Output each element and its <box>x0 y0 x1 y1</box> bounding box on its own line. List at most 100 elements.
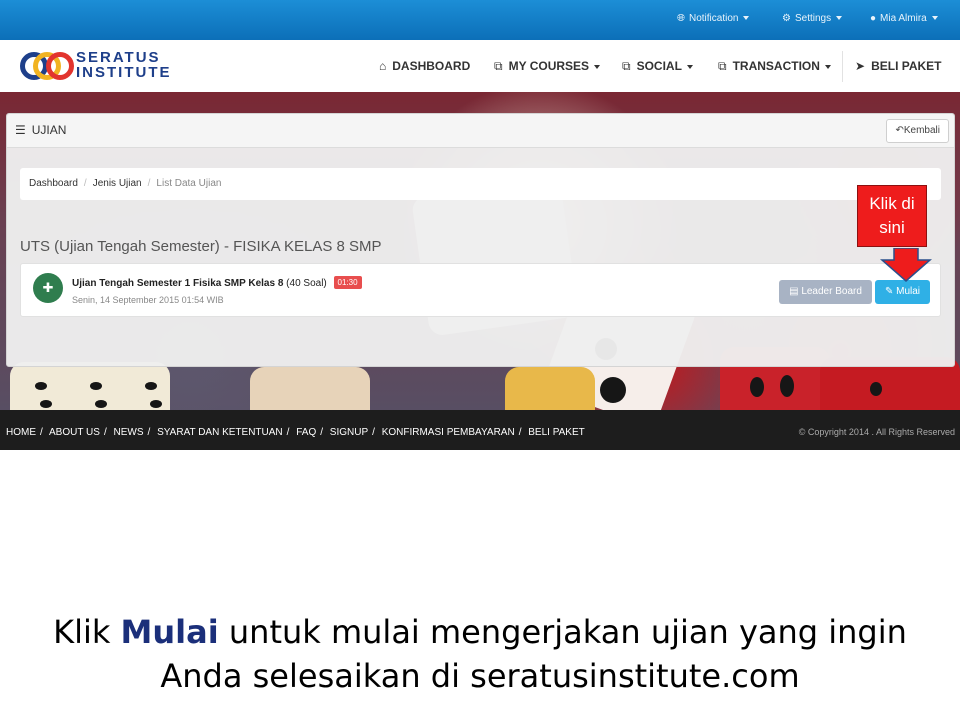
die-image <box>505 367 595 410</box>
exam-category-title: UTS (Ujian Tengah Semester) - FISIKA KEL… <box>20 238 382 255</box>
breadcrumb-jenis-ujian[interactable]: Jenis Ujian <box>93 178 142 189</box>
breadcrumb-current: List Data Ujian <box>156 178 222 189</box>
nav-social[interactable]: ⧉ SOCIAL <box>622 59 693 74</box>
breadcrumb-separator: / <box>83 178 87 189</box>
main-navbar: SERATUS INSTITUTE ⌂ DASHBOARD ⧉ MY COURSES… <box>7 41 953 92</box>
nav-dashboard-label: DASHBOARD <box>392 59 471 73</box>
exam-title: Ujian Tengah Semester 1 Fisika SMP Kelas… <box>72 278 284 289</box>
die-pip <box>35 382 47 390</box>
caption-part-2: untuk mulai mengerjakan ujian yang ingin <box>218 613 907 651</box>
slide-caption: Klik Mulai untuk mulai mengerjakan ujian… <box>0 610 960 698</box>
footer-separator: / <box>103 427 107 438</box>
logo-line-2: INSTITUTE <box>76 64 172 81</box>
callout-arrow-icon <box>880 248 932 282</box>
nav-my-courses-label: MY COURSES <box>508 59 590 73</box>
reply-icon: ↶ <box>895 125 904 136</box>
die-pip <box>150 400 162 408</box>
top-bar: 🌐︎ Notification ⚙ Settings ● Mia Almira <box>0 0 960 40</box>
user-menu[interactable]: ● Mia Almira <box>870 13 938 24</box>
footer-link-signup[interactable]: SIGNUP <box>330 427 368 438</box>
die-pip <box>40 400 52 408</box>
die-image <box>250 367 370 410</box>
logo-ring-red <box>46 52 74 80</box>
user-icon: ● <box>870 13 877 24</box>
back-button[interactable]: ↶Kembali <box>886 119 949 143</box>
caret-down-icon <box>931 16 938 20</box>
footer: HOME / ABOUT US / NEWS / SYARAT DAN KETENTU… <box>0 410 960 450</box>
nav-beli-paket[interactable]: ➤ BELI PAKET <box>855 59 942 73</box>
breadcrumb-dashboard[interactable]: Dashboard <box>29 178 78 189</box>
user-name: Mia Almira <box>880 13 927 24</box>
callout-line-1: Klik di <box>869 194 915 213</box>
globe-icon: 🌐︎ <box>677 13 685 24</box>
footer-link-beli-paket[interactable]: BELI PAKET <box>528 427 585 438</box>
bar-chart-icon: ▤ <box>789 286 802 297</box>
logo-line-1: SERATUS <box>76 49 161 66</box>
footer-link-terms[interactable]: SYARAT DAN KETENTUAN <box>157 427 283 438</box>
exam-date: Senin, 14 September 2015 01:54 WIB <box>72 295 224 305</box>
exam-title-line: Ujian Tengah Semester 1 Fisika SMP Kelas… <box>72 276 362 289</box>
footer-separator: / <box>518 427 522 438</box>
tag-icon: ➤ <box>855 59 866 73</box>
caption-highlight: Mulai <box>120 613 219 651</box>
panel-header: ☰ UJIAN ↶Kembali <box>7 114 954 148</box>
die-pip <box>90 382 102 390</box>
footer-separator: / <box>286 427 290 438</box>
caret-down-icon <box>686 65 693 69</box>
edit-icon: ✎ <box>884 286 897 297</box>
footer-link-news[interactable]: NEWS <box>114 427 144 438</box>
exam-panel: ☰ UJIAN ↶Kembali Dashboard / Jenis Ujian / Li… <box>6 113 955 367</box>
nav-divider <box>842 51 843 82</box>
nav-transaction-label: TRANSACTION <box>732 59 820 73</box>
exam-question-count: (40 Soal) <box>286 278 327 289</box>
notification-label: Notification <box>689 13 739 24</box>
exam-duration-badge: 01:30 <box>333 276 362 289</box>
copyright-text: © Copyright 2014 . All Rights Reserved <box>798 427 955 437</box>
gear-icon: ⚙ <box>782 13 791 24</box>
back-button-label: Kembali <box>903 125 940 136</box>
nav-dashboard[interactable]: ⌂ DASHBOARD <box>379 59 470 73</box>
leaderboard-button[interactable]: ▤ Leader Board <box>779 280 872 304</box>
breadcrumb: Dashboard / Jenis Ujian / List Data Ujian <box>20 168 941 200</box>
notification-menu[interactable]: 🌐︎ Notification <box>677 13 750 24</box>
caret-down-icon <box>594 65 601 69</box>
caret-down-icon <box>824 65 831 69</box>
footer-separator: / <box>147 427 151 438</box>
leaderboard-button-label: Leader Board <box>801 286 862 297</box>
logo-rings-icon <box>20 52 74 80</box>
copy-icon: ⧉ <box>622 59 631 73</box>
syringe-icon: ✚ <box>33 273 63 303</box>
footer-link-payment-confirmation[interactable]: KONFIRMASI PEMBAYARAN <box>382 427 515 438</box>
settings-menu[interactable]: ⚙ Settings <box>782 13 843 24</box>
footer-links: HOME / ABOUT US / NEWS / SYARAT DAN KETENTU… <box>6 427 585 438</box>
panel-title-text: UJIAN <box>31 123 67 137</box>
caption-line-2: Anda selesaikan di seratusinstitute.com <box>160 657 800 695</box>
app-window: 🌐︎ Notification ⚙ Settings ● Mia Almira SER… <box>0 0 960 450</box>
caption-part-1: Klik <box>53 613 121 651</box>
settings-label: Settings <box>794 13 832 24</box>
copy-icon: ⧉ <box>718 59 727 73</box>
footer-link-about[interactable]: ABOUT US <box>49 427 100 438</box>
breadcrumb-separator: / <box>147 178 151 189</box>
copy-icon: ⧉ <box>494 59 503 73</box>
caption-line-1: Klik Mulai untuk mulai mengerjakan ujian… <box>0 610 960 654</box>
die-pip <box>780 375 794 397</box>
panel-title: ☰ UJIAN <box>15 123 66 137</box>
die-pip <box>870 382 882 396</box>
footer-link-faq[interactable]: FAQ <box>296 427 316 438</box>
nav-my-courses[interactable]: ⧉ MY COURSES <box>494 59 601 74</box>
logo[interactable]: SERATUS INSTITUTE <box>20 50 180 82</box>
home-icon: ⌂ <box>379 59 387 73</box>
caret-down-icon <box>836 16 843 20</box>
die-pip <box>145 382 157 390</box>
die-pip <box>95 400 107 408</box>
exam-list-item: ✚ Ujian Tengah Semester 1 Fisika SMP Kel… <box>20 263 941 317</box>
nav-transaction[interactable]: ⧉ TRANSACTION <box>718 59 831 74</box>
footer-separator: / <box>40 427 43 438</box>
footer-link-home[interactable]: HOME <box>6 427 36 438</box>
die-pip <box>600 377 626 403</box>
die-pip <box>750 377 764 397</box>
caret-down-icon <box>743 16 750 20</box>
mulai-button[interactable]: ✎ Mulai <box>875 280 930 304</box>
footer-separator: / <box>320 427 324 438</box>
